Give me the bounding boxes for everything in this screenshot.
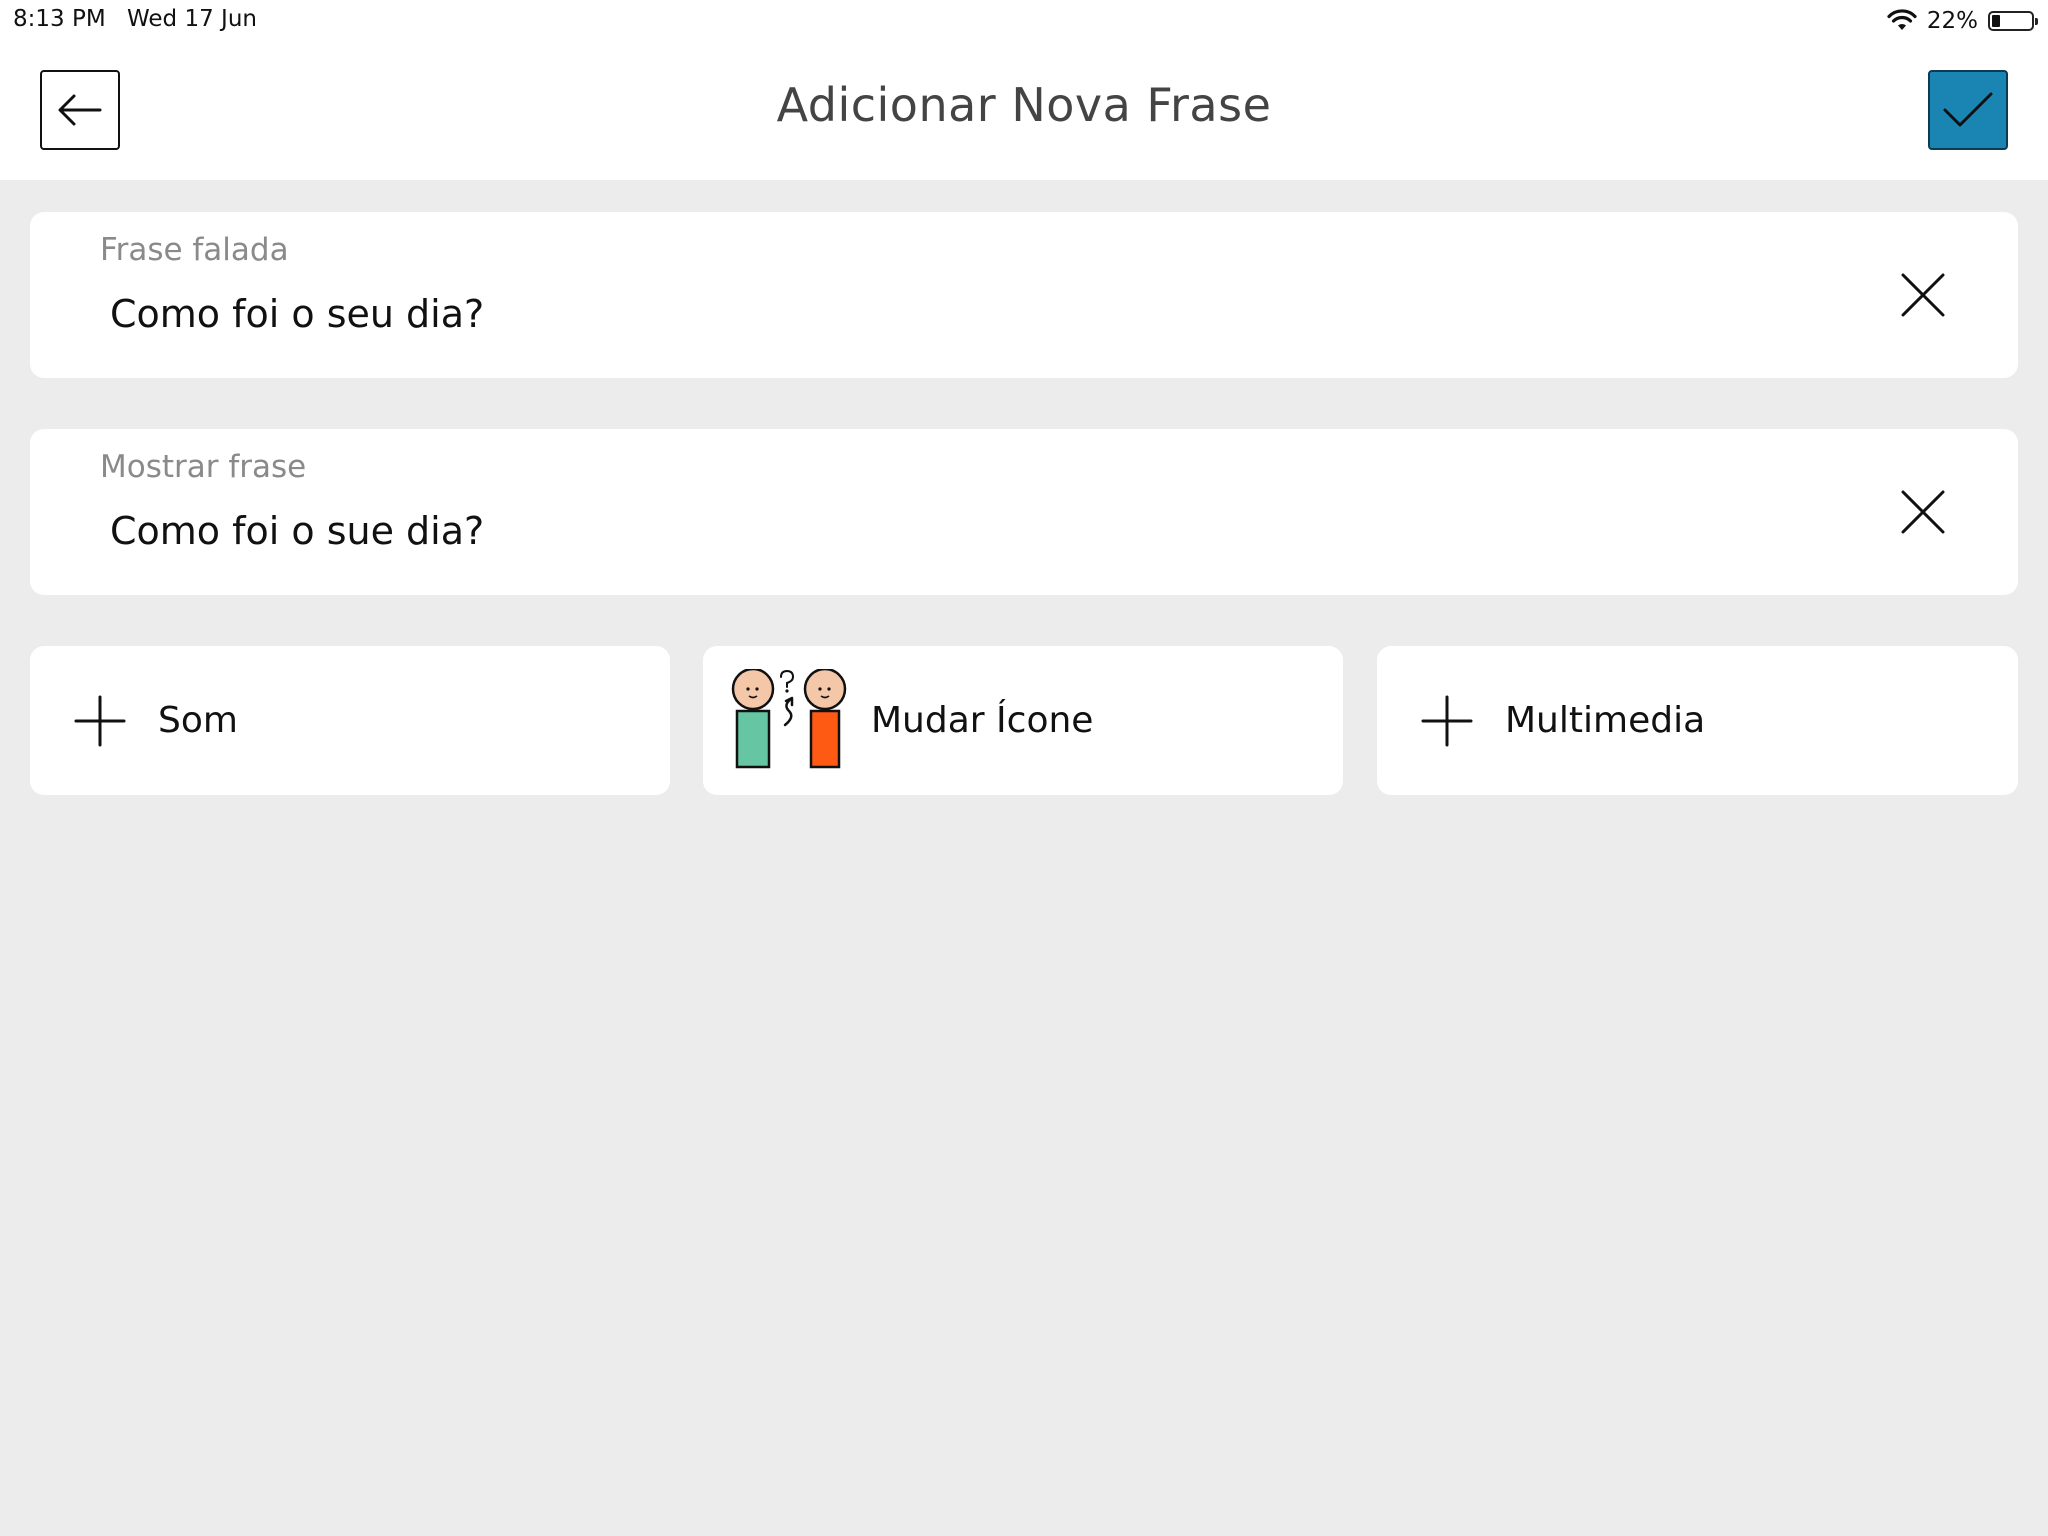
spoken-phrase-card: Frase falada: [30, 212, 2018, 378]
display-phrase-label: Mostrar frase: [100, 449, 307, 485]
clear-display-phrase-button[interactable]: [1888, 477, 1958, 547]
display-phrase-card: Mostrar frase: [30, 429, 2018, 595]
change-icon-label: Mudar Ícone: [871, 700, 1094, 741]
clear-spoken-phrase-button[interactable]: [1888, 260, 1958, 330]
status-indicators: 22%: [1887, 6, 2038, 36]
confirm-button[interactable]: [1928, 70, 2008, 150]
conversation-pictogram-icon: [731, 668, 847, 768]
top-bar: 8:13 PM Wed 17 Jun 22% Adicionar Nova Fr…: [0, 0, 2048, 180]
status-time: 8:13 PM: [13, 6, 106, 32]
status-date: Wed 17 Jun: [127, 6, 257, 32]
plus-icon: [1421, 695, 1473, 746]
change-icon-button[interactable]: Mudar Ícone: [703, 646, 1343, 795]
spoken-phrase-input[interactable]: [110, 292, 1810, 336]
display-phrase-input[interactable]: [110, 509, 1810, 553]
battery-icon: [1988, 11, 2038, 31]
close-icon: [1901, 273, 1945, 317]
spoken-phrase-label: Frase falada: [100, 232, 289, 268]
add-sound-button[interactable]: Som: [30, 646, 670, 795]
battery-percent: 22%: [1926, 8, 1978, 34]
plus-icon: [74, 695, 126, 746]
add-sound-label: Som: [158, 700, 238, 741]
battery-fill: [1992, 15, 2000, 27]
add-multimedia-button[interactable]: Multimedia: [1377, 646, 2018, 795]
checkmark-icon: [1943, 92, 1993, 127]
page-title: Adicionar Nova Frase: [776, 78, 1272, 132]
wifi-icon: [1887, 9, 1917, 30]
close-icon: [1901, 490, 1945, 534]
add-multimedia-label: Multimedia: [1505, 700, 1706, 741]
